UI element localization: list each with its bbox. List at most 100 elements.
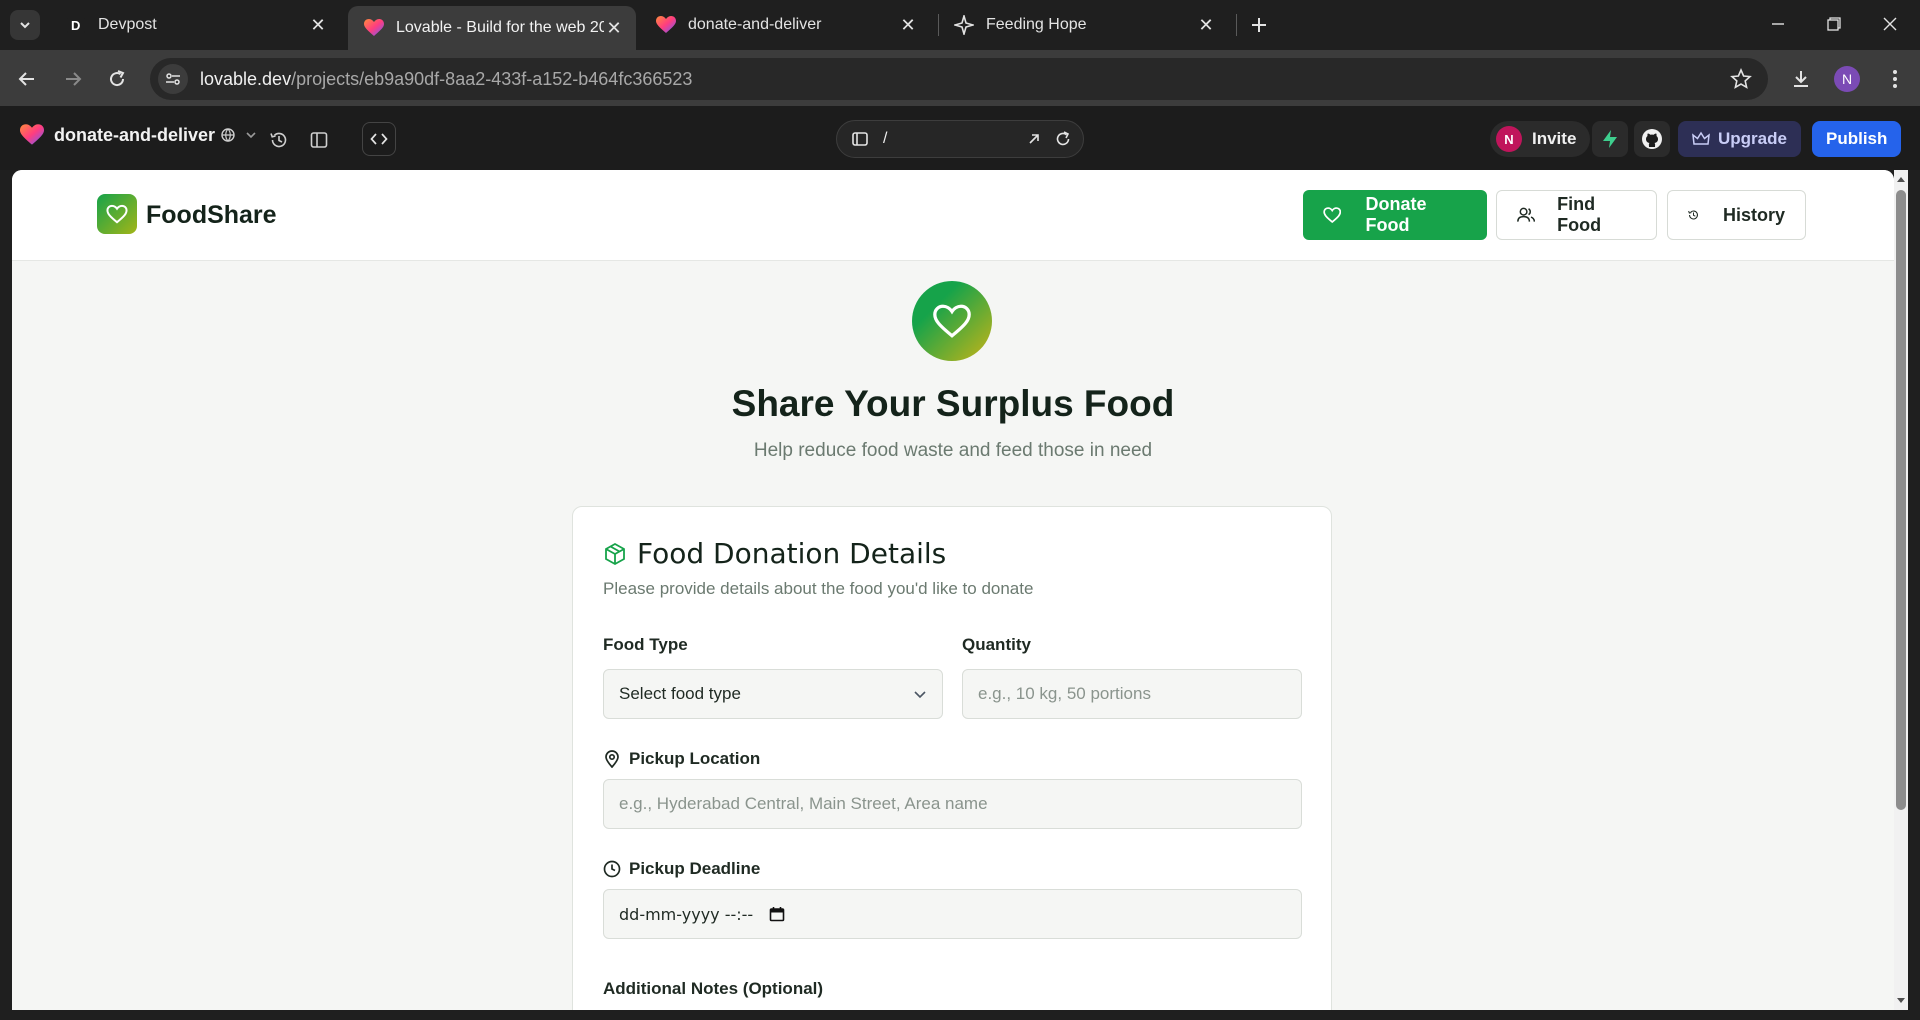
hero-heart-badge <box>912 281 992 361</box>
supabase-button[interactable] <box>1592 121 1628 157</box>
pickup-deadline-label-text: Pickup Deadline <box>629 859 761 878</box>
scrollbar-thumb[interactable] <box>1896 190 1906 810</box>
additional-notes-label: Additional Notes (Optional) <box>603 979 824 998</box>
close-icon[interactable]: ✕ <box>308 15 328 35</box>
restore-icon <box>1827 17 1841 31</box>
donation-form-card: Food Donation Details Please provide det… <box>572 506 1332 1010</box>
address-bar[interactable]: lovable.dev/projects/eb9a90df-8aa2-433f-… <box>150 58 1768 100</box>
project-name: donate-and-deliver <box>54 124 216 145</box>
food-type-label: Food Type <box>603 635 688 654</box>
close-icon[interactable]: ✕ <box>604 18 624 38</box>
minimize-icon <box>1772 23 1784 25</box>
form-description: Please provide details about the food yo… <box>603 579 1034 598</box>
pickup-deadline-value: dd-mm-yyyy --:-- <box>619 904 754 924</box>
upgrade-button[interactable]: Upgrade <box>1678 121 1801 157</box>
preview-route-bar[interactable]: / <box>836 120 1084 158</box>
heart-icon <box>106 204 128 224</box>
github-icon <box>1642 129 1662 149</box>
sidebar-toggle-button[interactable] <box>303 124 335 156</box>
users-icon <box>1517 207 1536 222</box>
food-type-value: Select food type <box>619 684 741 703</box>
route-path[interactable]: / <box>883 130 887 148</box>
devpost-icon: D <box>66 15 86 35</box>
plus-icon <box>1252 18 1266 32</box>
scroll-down-arrow-icon[interactable] <box>1894 994 1908 1006</box>
tab-donate-and-deliver[interactable]: donate-and-deliver ✕ <box>640 6 930 44</box>
code-icon <box>370 133 388 145</box>
chevron-down-icon <box>914 691 926 699</box>
app-preview: FoodShare Donate Food Find Food History … <box>12 170 1894 1010</box>
restore-button[interactable] <box>1806 0 1862 48</box>
pickup-location-label: Pickup Location <box>603 749 760 769</box>
minimize-button[interactable] <box>1750 0 1806 48</box>
arrow-left-icon <box>18 72 34 86</box>
device-preview-icon[interactable] <box>851 130 869 148</box>
tab-title: donate-and-deliver <box>688 16 822 33</box>
chevron-down-icon <box>20 22 30 29</box>
bookmark-star-icon[interactable] <box>1730 68 1752 90</box>
history-icon <box>270 132 287 148</box>
svg-text:D: D <box>71 18 80 33</box>
find-food-button[interactable]: Find Food <box>1496 190 1657 240</box>
tab-search-button[interactable] <box>10 10 40 40</box>
tab-lovable[interactable]: Lovable - Build for the web 20x ✕ <box>348 6 636 50</box>
form-title: Food Donation Details <box>603 537 946 570</box>
map-pin-icon <box>605 750 619 768</box>
sparkle-icon <box>954 15 974 35</box>
kebab-menu-icon <box>1893 70 1897 88</box>
lovable-heart-icon <box>20 124 44 145</box>
forward-button[interactable] <box>56 62 90 96</box>
browser-menu-button[interactable] <box>1878 62 1912 96</box>
heart-icon <box>933 304 971 338</box>
history-nav-button[interactable]: History <box>1667 190 1806 240</box>
lovable-heart-icon <box>364 18 384 38</box>
history-button[interactable] <box>263 124 295 156</box>
invite-button[interactable]: N Invite <box>1490 121 1591 157</box>
page-title: Share Your Surplus Food <box>731 383 1175 424</box>
site-info-icon[interactable] <box>158 64 188 94</box>
tab-title: Feeding Hope <box>986 16 1087 33</box>
download-icon <box>1794 71 1808 87</box>
back-button[interactable] <box>10 62 44 96</box>
tab-devpost[interactable]: D Devpost ✕ <box>50 6 340 44</box>
tab-feeding-hope[interactable]: Feeding Hope ✕ <box>938 6 1228 44</box>
food-type-select[interactable]: Select food type <box>603 669 943 719</box>
clock-icon <box>603 860 621 878</box>
close-icon[interactable]: ✕ <box>898 15 918 35</box>
refresh-icon[interactable] <box>1055 131 1071 147</box>
lovable-heart-icon <box>656 15 676 35</box>
quantity-label: Quantity <box>962 635 1031 654</box>
globe-icon <box>221 128 235 142</box>
pickup-location-input[interactable]: e.g., Hyderabad Central, Main Street, Ar… <box>603 779 1302 829</box>
close-window-button[interactable] <box>1862 0 1918 48</box>
donate-food-button[interactable]: Donate Food <box>1303 190 1487 240</box>
pickup-deadline-label: Pickup Deadline <box>603 859 760 879</box>
donate-food-label: Donate Food <box>1365 194 1427 235</box>
arrow-right-icon <box>66 72 82 86</box>
supabase-bolt-icon <box>1603 130 1617 148</box>
pickup-deadline-input[interactable]: dd-mm-yyyy --:-- <box>603 889 1302 939</box>
pickup-location-label-text: Pickup Location <box>629 749 761 768</box>
pickup-location-placeholder: e.g., Hyderabad Central, Main Street, Ar… <box>619 794 988 813</box>
project-selector[interactable]: donate-and-deliver <box>20 124 257 146</box>
github-button[interactable] <box>1634 121 1670 157</box>
quantity-placeholder: e.g., 10 kg, 50 portions <box>978 684 1151 703</box>
profile-avatar[interactable]: N <box>1834 66 1860 92</box>
page-subtitle: Help reduce food waste and feed those in… <box>753 440 1153 461</box>
tab-title: Lovable - Build for the web 20x <box>396 19 604 36</box>
foodshare-logo[interactable] <box>97 194 137 234</box>
calendar-icon[interactable] <box>769 906 785 922</box>
code-view-button[interactable] <box>362 122 396 156</box>
downloads-button[interactable] <box>1784 62 1818 96</box>
scroll-up-arrow-icon <box>1897 177 1905 182</box>
close-icon[interactable]: ✕ <box>1196 15 1216 35</box>
new-tab-button[interactable] <box>1244 10 1274 40</box>
reload-button[interactable] <box>100 62 134 96</box>
publish-button[interactable]: Publish <box>1812 121 1902 157</box>
open-external-icon[interactable] <box>1027 132 1041 146</box>
package-icon <box>605 542 625 565</box>
quantity-input[interactable]: e.g., 10 kg, 50 portions <box>962 669 1302 719</box>
upgrade-label: Upgrade <box>1718 129 1787 148</box>
sidebar-icon <box>310 132 328 148</box>
history-icon <box>1688 210 1698 220</box>
